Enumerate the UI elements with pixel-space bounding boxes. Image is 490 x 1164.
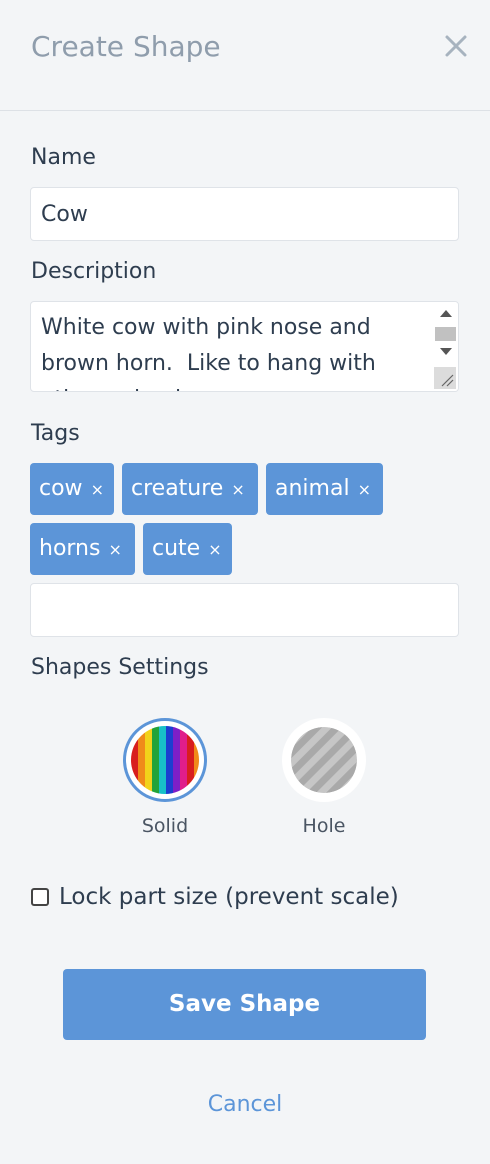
save-shape-button[interactable]: Save Shape [63,969,426,1040]
cancel-link[interactable]: Cancel [0,1092,490,1117]
tag-label: horns [39,536,101,561]
tag-chip[interactable]: horns × [30,523,135,575]
tag-label: animal [275,476,350,501]
tag-chip[interactable]: cow × [30,463,114,515]
remove-tag-icon[interactable]: × [231,480,244,499]
solid-option[interactable] [123,718,207,802]
tag-label: cow [39,476,83,501]
name-input[interactable] [30,187,459,241]
lock-size-label[interactable]: Lock part size (prevent scale) [59,884,399,910]
scroll-down-arrow-icon[interactable] [440,348,452,355]
tags-label: Tags [31,421,80,446]
lock-size-checkbox[interactable] [31,888,49,906]
scroll-up-arrow-icon[interactable] [440,310,452,317]
tags-input[interactable] [30,583,459,637]
remove-tag-icon[interactable]: × [108,540,121,559]
tag-label: cute [152,536,201,561]
scroll-thumb[interactable] [435,327,456,341]
tag-chip[interactable]: animal × [266,463,383,515]
remove-tag-icon[interactable]: × [358,480,371,499]
gray-stripes-icon [291,727,357,793]
tag-chip[interactable]: creature × [122,463,258,515]
description-text: White cow with pink nose and brown horn.… [41,315,376,391]
name-label: Name [31,145,96,170]
tag-label: creature [131,476,224,501]
solid-label: Solid [141,815,189,837]
hole-option[interactable] [282,718,366,802]
tag-chip[interactable]: cute × [143,523,232,575]
remove-tag-icon[interactable]: × [208,540,221,559]
hole-label: Hole [302,815,346,837]
rainbow-stripes-icon [131,726,199,794]
dialog-title: Create Shape [31,30,221,63]
description-label: Description [31,259,157,284]
remove-tag-icon[interactable]: × [91,480,104,499]
shapes-settings-label: Shapes Settings [31,655,209,680]
close-icon[interactable] [444,34,468,58]
dialog-header: Create Shape [0,0,490,111]
resize-handle-icon[interactable] [434,367,456,389]
description-textarea[interactable]: White cow with pink nose and brown horn.… [30,301,459,392]
